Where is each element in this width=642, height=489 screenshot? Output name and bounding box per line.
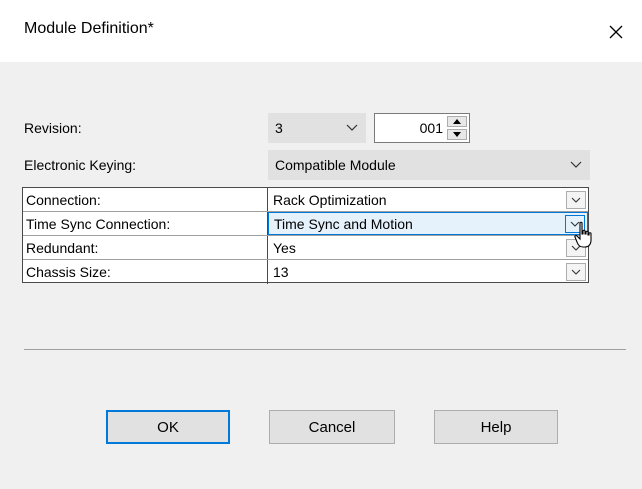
property-grid: Connection: Rack Optimization Time Sync … bbox=[22, 187, 589, 284]
dialog-title: Module Definition* bbox=[24, 20, 154, 37]
revision-minor-field[interactable]: 001 bbox=[374, 113, 470, 143]
electronic-keying-value: Compatible Module bbox=[275, 157, 396, 173]
chevron-down-icon[interactable] bbox=[566, 263, 586, 281]
property-row-connection: Connection: Rack Optimization bbox=[23, 188, 588, 212]
property-value: Time Sync and Motion bbox=[274, 215, 413, 232]
cancel-button[interactable]: Cancel bbox=[269, 410, 395, 444]
close-button[interactable] bbox=[596, 14, 636, 50]
revision-minor-value: 001 bbox=[419, 120, 443, 136]
spinner-down-icon bbox=[453, 132, 461, 137]
property-value: 13 bbox=[273, 264, 289, 280]
connection-select[interactable]: Rack Optimization bbox=[268, 188, 588, 211]
property-name: Chassis Size: bbox=[23, 260, 268, 284]
chevron-down-icon[interactable] bbox=[566, 190, 586, 209]
property-value: Rack Optimization bbox=[273, 191, 387, 208]
spinner-down-button[interactable] bbox=[447, 129, 467, 140]
property-row-redundant: Redundant: Yes bbox=[23, 236, 588, 260]
chassis-size-select[interactable]: 13 bbox=[268, 260, 588, 284]
separator bbox=[24, 349, 626, 350]
chevron-down-icon bbox=[339, 124, 365, 132]
ok-button[interactable]: OK bbox=[106, 410, 230, 444]
revision-label: Revision: bbox=[24, 120, 82, 136]
time-sync-connection-select[interactable]: Time Sync and Motion bbox=[268, 212, 588, 235]
module-definition-dialog: Module Definition* Revision: 3 001 Elect… bbox=[0, 0, 642, 489]
electronic-keying-label: Electronic Keying: bbox=[24, 157, 137, 173]
hand-pointer-icon bbox=[574, 221, 592, 248]
property-name: Redundant: bbox=[23, 236, 268, 259]
help-button[interactable]: Help bbox=[434, 410, 558, 444]
spinner-up-button[interactable] bbox=[447, 116, 467, 127]
electronic-keying-select[interactable]: Compatible Module bbox=[268, 150, 590, 180]
close-icon bbox=[609, 25, 623, 39]
spinner-up-icon bbox=[453, 119, 461, 124]
property-value: Yes bbox=[273, 239, 296, 256]
chevron-down-icon bbox=[563, 161, 589, 169]
revision-spinner bbox=[447, 116, 467, 140]
title-bar: Module Definition* bbox=[0, 0, 642, 62]
property-row-chassis-size: Chassis Size: 13 bbox=[23, 260, 588, 284]
property-row-time-sync: Time Sync Connection: Time Sync and Moti… bbox=[23, 212, 588, 236]
revision-major-select[interactable]: 3 bbox=[268, 113, 366, 143]
property-name: Time Sync Connection: bbox=[23, 212, 268, 235]
property-name: Connection: bbox=[23, 188, 268, 211]
redundant-select[interactable]: Yes bbox=[268, 236, 588, 259]
revision-major-value: 3 bbox=[275, 120, 283, 136]
